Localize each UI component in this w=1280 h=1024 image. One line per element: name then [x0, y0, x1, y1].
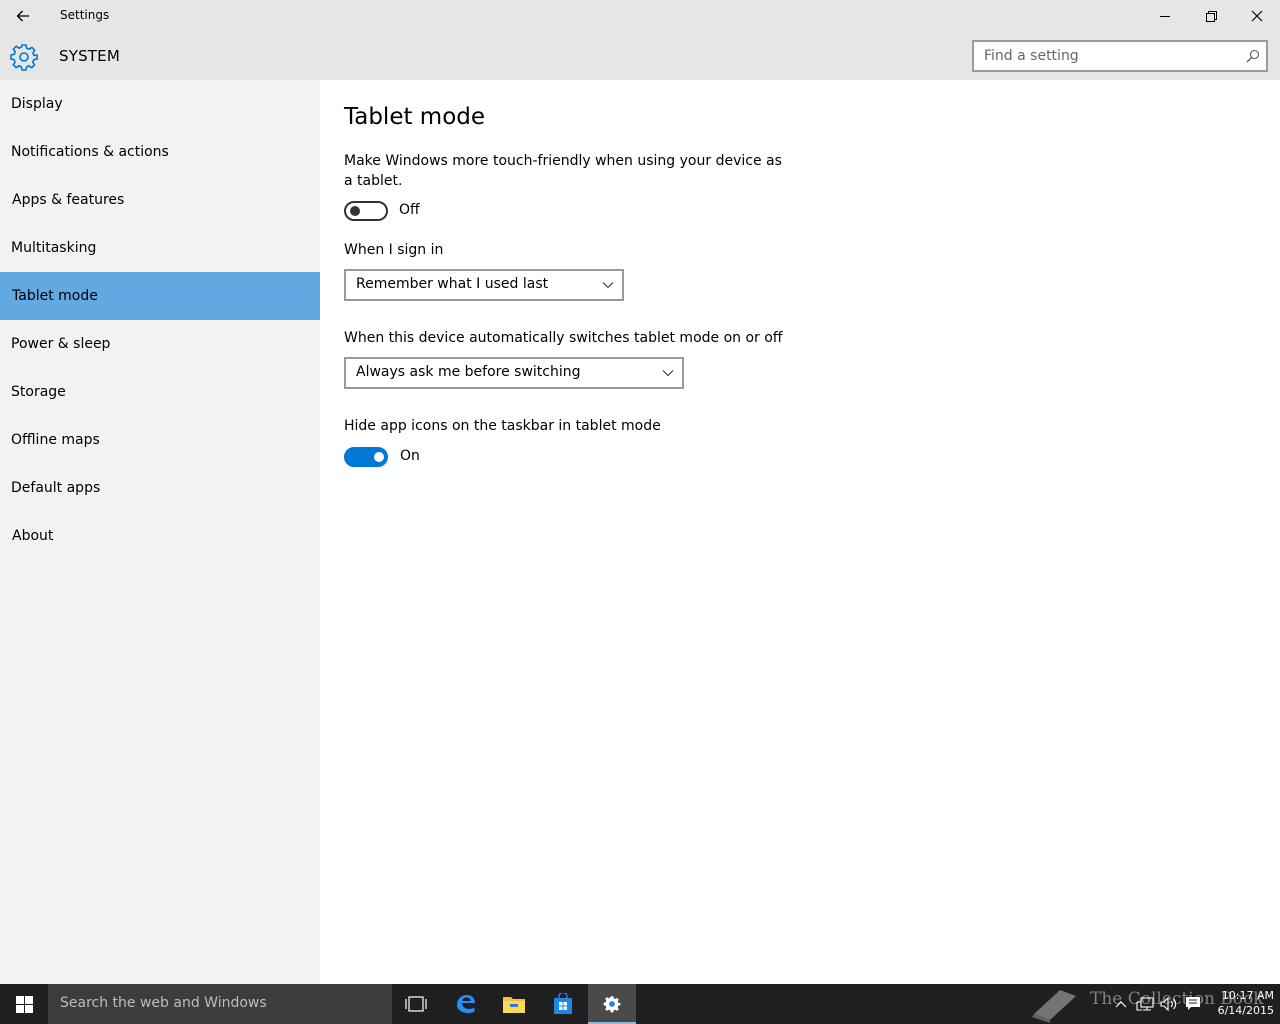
- network-icon: [1136, 997, 1154, 1011]
- settings-content: Tablet mode Make Windows more touch-frie…: [320, 80, 1280, 984]
- title-bar: Settings: [0, 0, 1280, 32]
- sign-in-dropdown[interactable]: Remember what I used last: [344, 269, 624, 301]
- hide-icons-state: On: [400, 448, 420, 464]
- auto-switch-label: When this device automatically switches …: [344, 330, 783, 346]
- network-button[interactable]: [1134, 984, 1156, 1024]
- hide-icons-toggle[interactable]: [344, 447, 388, 467]
- edge-button[interactable]: [442, 984, 490, 1024]
- tablet-mode-state: Off: [399, 202, 420, 218]
- action-center-button[interactable]: [1182, 984, 1204, 1024]
- sidebar-item-offline-maps[interactable]: Offline maps: [0, 416, 320, 464]
- sidebar-item-display[interactable]: Display: [0, 80, 320, 128]
- sidebar: Display Notifications & actions Apps & f…: [0, 80, 320, 984]
- section-title: SYSTEM: [59, 47, 120, 65]
- minimize-icon: [1159, 15, 1170, 17]
- store-icon: [554, 993, 572, 1014]
- settings-header: SYSTEM: [0, 32, 1280, 80]
- sidebar-item-tablet-mode[interactable]: Tablet mode: [0, 272, 320, 320]
- windows-logo-icon: [15, 995, 33, 1013]
- tablet-mode-description: Make Windows more touch-friendly when us…: [344, 153, 782, 189]
- taskbar-search-box[interactable]: Search the web and Windows: [48, 984, 392, 1024]
- settings-search-input[interactable]: [974, 42, 1234, 70]
- sign-in-selected: Remember what I used last: [356, 276, 549, 292]
- task-view-icon: [405, 996, 427, 1012]
- settings-search-box[interactable]: [972, 40, 1268, 72]
- toggle-knob: [350, 206, 360, 216]
- hide-icons-label: Hide app icons on the taskbar in tablet …: [344, 418, 661, 434]
- start-button[interactable]: [0, 984, 48, 1024]
- clock-time: 10:17 AM: [1221, 989, 1274, 1002]
- sidebar-item-apps-features[interactable]: Apps & features: [0, 176, 320, 224]
- file-explorer-button[interactable]: [490, 984, 538, 1024]
- search-icon[interactable]: [1246, 49, 1260, 63]
- window-title: Settings: [60, 8, 110, 22]
- task-view-button[interactable]: [392, 984, 440, 1024]
- clock-date: 6/14/2015: [1217, 1004, 1274, 1017]
- chevron-down-icon: [602, 282, 614, 289]
- taskbar: Search the web and Windows The Collectio…: [0, 984, 1280, 1024]
- tablet-mode-toggle[interactable]: [344, 201, 388, 221]
- sign-in-label: When I sign in: [344, 242, 444, 258]
- volume-button[interactable]: [1158, 984, 1180, 1024]
- show-hidden-icons-button[interactable]: [1112, 984, 1130, 1024]
- taskbar-search-placeholder: Search the web and Windows: [60, 995, 267, 1011]
- edge-icon: [457, 995, 475, 1013]
- close-button[interactable]: [1234, 0, 1280, 32]
- volume-icon: [1160, 996, 1177, 1012]
- sidebar-item-notifications[interactable]: Notifications & actions: [0, 128, 320, 176]
- page-title: Tablet mode: [344, 104, 486, 130]
- minimize-button[interactable]: [1142, 0, 1188, 32]
- clock[interactable]: 10:17 AM 6/14/2015: [1206, 988, 1274, 1018]
- sidebar-item-storage[interactable]: Storage: [0, 368, 320, 416]
- sidebar-item-power-sleep[interactable]: Power & sleep: [0, 320, 320, 368]
- gear-icon: [10, 44, 38, 71]
- store-button[interactable]: [539, 984, 587, 1024]
- sidebar-item-about[interactable]: About: [0, 512, 320, 560]
- sidebar-item-multitasking[interactable]: Multitasking: [0, 224, 320, 272]
- sidebar-item-default-apps[interactable]: Default apps: [0, 464, 320, 512]
- auto-switch-dropdown[interactable]: Always ask me before switching: [344, 357, 684, 389]
- back-button[interactable]: [0, 0, 46, 32]
- close-icon: [1251, 10, 1263, 22]
- notification-icon: [1186, 997, 1200, 1010]
- settings-icon: [603, 996, 621, 1013]
- back-arrow-icon: [16, 10, 29, 22]
- restore-icon: [1205, 10, 1217, 22]
- book-icon: [1032, 990, 1076, 1023]
- auto-switch-selected: Always ask me before switching: [356, 364, 581, 380]
- toggle-knob: [374, 452, 384, 462]
- settings-taskbar-button[interactable]: [588, 984, 636, 1024]
- chevron-down-icon: [662, 370, 674, 377]
- file-explorer-icon: [503, 997, 525, 1013]
- restore-button[interactable]: [1188, 0, 1234, 32]
- chevron-up-icon: [1115, 1001, 1127, 1008]
